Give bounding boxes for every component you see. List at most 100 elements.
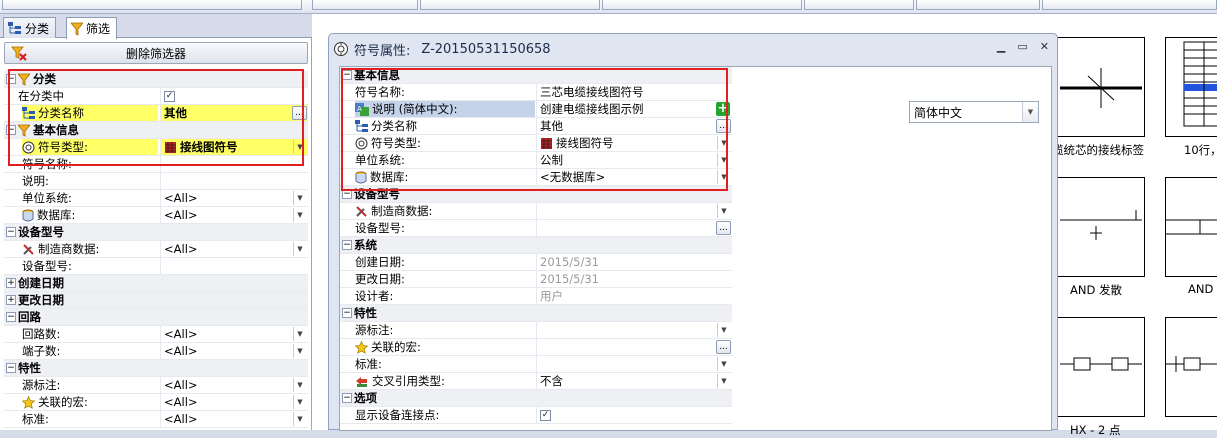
dropdown-arrow[interactable]: ▼ xyxy=(717,374,730,388)
category-row[interactable]: + 更改日期 xyxy=(4,292,308,309)
category-row[interactable]: − 设备型号 xyxy=(4,224,308,241)
property-row[interactable]: 端子数: <All> ▼ xyxy=(4,343,308,360)
toolbar-button[interactable] xyxy=(312,0,418,10)
thumbnail-label: 10行，引 xyxy=(1184,143,1217,157)
delete-filter-button[interactable]: 删除筛选器 xyxy=(4,42,308,64)
property-row[interactable]: 制造商数据: ▼ xyxy=(340,203,732,220)
category-row[interactable]: − 系统 xyxy=(340,237,732,254)
property-row[interactable]: 回路数: <All> ▼ xyxy=(4,326,308,343)
property-row[interactable]: 标准: <All> ▼ xyxy=(4,411,308,428)
property-value[interactable] xyxy=(160,258,308,274)
collapse-toggle[interactable]: − xyxy=(342,308,352,318)
collapse-toggle[interactable]: − xyxy=(342,240,352,250)
property-label: 设备型号: xyxy=(355,221,405,235)
property-label: 源标注: xyxy=(22,378,61,392)
symbol-thumbnail[interactable] xyxy=(1057,177,1145,277)
collapse-toggle[interactable]: − xyxy=(6,227,16,237)
toolbar-button[interactable] xyxy=(2,0,302,10)
tab-filter[interactable]: 筛选 xyxy=(66,17,118,39)
close-icon[interactable]: ✕ xyxy=(1040,40,1049,53)
star-icon xyxy=(22,395,35,409)
property-row[interactable]: 源标注: <All> ▼ xyxy=(4,377,308,394)
dropdown-arrow[interactable]: ▼ xyxy=(293,327,306,341)
dropdown-arrow[interactable]: ▼ xyxy=(717,204,730,218)
tab-category[interactable]: 分类 xyxy=(3,17,57,38)
toolbar-button[interactable] xyxy=(1042,0,1217,10)
property-label: 关联的宏: xyxy=(355,339,535,355)
category-label: 特性 xyxy=(354,306,377,320)
thumbnail-label: 缆统芯的接线标签 xyxy=(1052,143,1144,157)
dropdown-arrow[interactable]: ▼ xyxy=(293,208,306,222)
chevron-down-icon[interactable]: ▼ xyxy=(1022,102,1038,122)
property-value xyxy=(536,322,732,338)
property-value xyxy=(536,203,732,219)
category-row[interactable]: − 选项 xyxy=(340,390,732,407)
dropdown-arrow[interactable]: ▼ xyxy=(717,323,730,337)
language-select[interactable]: 简体中文 ▼ xyxy=(909,101,1039,123)
property-row[interactable]: 标准: ▼ xyxy=(340,356,732,373)
property-row: 创建日期: 2015/5/31 xyxy=(340,254,732,271)
toolbar-button[interactable] xyxy=(916,0,1040,10)
property-row[interactable]: 显示设备连接点: ✓ xyxy=(340,407,732,424)
tools-icon xyxy=(356,205,367,217)
collapse-toggle[interactable]: − xyxy=(6,363,16,373)
property-value: 2015/5/31 xyxy=(536,254,732,270)
symbol-drawing xyxy=(1060,68,1142,108)
dropdown-arrow[interactable]: ▼ xyxy=(293,395,306,409)
property-value[interactable] xyxy=(160,173,308,189)
minimize-icon[interactable]: ▁ xyxy=(997,40,1005,53)
expand-toggle[interactable]: + xyxy=(6,295,16,305)
property-row[interactable]: 数据库: <All> ▼ xyxy=(4,207,308,224)
filter-panel: 分类 筛选 删除筛选器 − 分类 在分类中 ✓ 分类名称 其他 ... − 基本 xyxy=(0,14,312,430)
property-row[interactable]: 设备型号: ... xyxy=(340,220,732,237)
property-value: <All> xyxy=(160,241,308,257)
toolbar-button[interactable] xyxy=(804,0,914,10)
property-row[interactable]: 设备型号: xyxy=(4,258,308,275)
dropdown-arrow[interactable]: ▼ xyxy=(293,191,306,205)
collapse-toggle[interactable]: − xyxy=(342,393,352,403)
property-row[interactable]: 制造商数据: <All> ▼ xyxy=(4,241,308,258)
property-row[interactable]: 源标注: ▼ xyxy=(340,322,732,339)
category-row[interactable]: + 创建日期 xyxy=(4,275,308,292)
dropdown-arrow[interactable]: ▼ xyxy=(293,242,306,256)
symbol-drawing xyxy=(1060,210,1142,240)
category-row[interactable]: − 特性 xyxy=(4,360,308,377)
symbol-thumbnail[interactable] xyxy=(1165,317,1217,417)
dropdown-arrow[interactable]: ▼ xyxy=(717,357,730,371)
dialog-content: 简体中文 ▼ − 基本信息 符号名称: 三芯电缆接线图符号 A 说明 (简体中文)… xyxy=(339,66,1052,431)
toolbar-button[interactable] xyxy=(602,0,802,10)
browse-button[interactable]: ... xyxy=(716,340,731,354)
toolbar-button[interactable] xyxy=(420,0,600,10)
property-value: 2015/5/31 xyxy=(536,271,732,287)
category-row[interactable]: − 特性 xyxy=(340,305,732,322)
window-controls: ▁ ▭ ✕ xyxy=(997,40,1049,53)
category-label: 选项 xyxy=(354,391,377,405)
symbol-thumbnail[interactable] xyxy=(1165,37,1217,137)
property-label: 交叉引用类型: xyxy=(355,373,535,389)
show-connection-points-checkbox[interactable]: ✓ xyxy=(540,409,551,421)
symbol-thumbnail[interactable] xyxy=(1165,177,1217,277)
delete-filter-label: 删除筛选器 xyxy=(125,46,186,61)
funnel-icon xyxy=(71,22,83,36)
browse-button[interactable]: ... xyxy=(716,221,731,235)
maximize-icon[interactable]: ▭ xyxy=(1017,40,1027,53)
category-row[interactable]: − 回路 xyxy=(4,309,308,326)
collapse-toggle[interactable]: − xyxy=(6,312,16,322)
property-label: 关联的宏: xyxy=(22,394,158,410)
property-row[interactable]: 单位系统: <All> ▼ xyxy=(4,190,308,207)
dropdown-arrow[interactable]: ▼ xyxy=(293,344,306,358)
dialog-title-bar[interactable]: 符号属性: Z-20150531150658 xyxy=(329,34,1057,64)
category-label: 特性 xyxy=(18,361,41,375)
property-value xyxy=(536,356,732,372)
symbol-thumbnail[interactable] xyxy=(1057,317,1145,417)
symbol-properties-dialog: 符号属性: Z-20150531150658 ▁ ▭ ✕ 简体中文 ▼ − 基本… xyxy=(328,33,1058,431)
symbol-thumbnail[interactable] xyxy=(1057,37,1145,137)
property-row[interactable]: 关联的宏: ... xyxy=(340,339,732,356)
tab-label: 分类 xyxy=(25,21,50,36)
property-row[interactable]: 关联的宏: <All> ▼ xyxy=(4,394,308,411)
property-row[interactable]: 说明: xyxy=(4,173,308,190)
dropdown-arrow[interactable]: ▼ xyxy=(293,412,306,426)
expand-toggle[interactable]: + xyxy=(6,278,16,288)
property-row[interactable]: 交叉引用类型: 不含 ▼ xyxy=(340,373,732,390)
dropdown-arrow[interactable]: ▼ xyxy=(293,378,306,392)
